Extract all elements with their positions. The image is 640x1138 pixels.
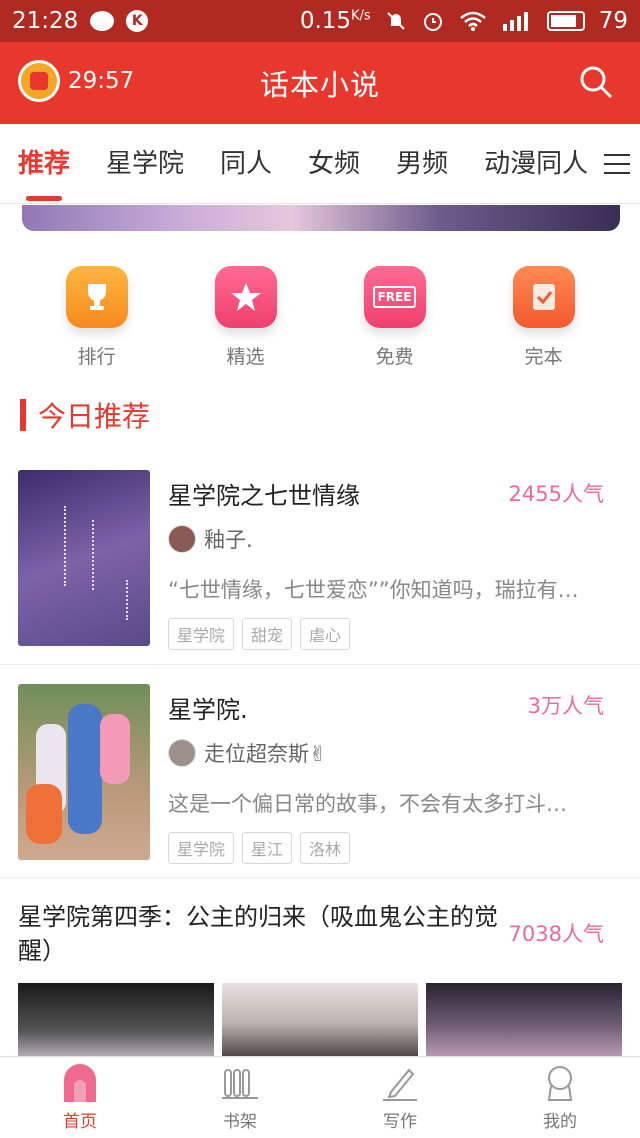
bookshelf-icon bbox=[220, 1063, 260, 1103]
nav-label: 写作 bbox=[383, 1112, 417, 1132]
banner-image[interactable] bbox=[22, 205, 620, 231]
tab-star-academy[interactable]: 星学院 bbox=[106, 124, 184, 203]
book-tags: 星学院 星江 洛林 bbox=[168, 832, 351, 864]
network-speed: 0.15K/s bbox=[299, 8, 371, 34]
k-app-icon: K bbox=[126, 10, 149, 32]
quick-label: 精选 bbox=[226, 346, 265, 368]
check-icon bbox=[512, 266, 575, 328]
trophy-icon bbox=[65, 266, 128, 328]
featured-image[interactable] bbox=[222, 983, 418, 1063]
avatar bbox=[168, 525, 196, 553]
book-item[interactable]: 星学院之七世情缘 2455人气 釉子. “七世情缘，七世爱恋””你知道吗，瑞拉有… bbox=[0, 452, 640, 665]
star-icon bbox=[214, 266, 277, 328]
featured-image[interactable] bbox=[18, 983, 214, 1063]
app-title: 话本小说 bbox=[259, 68, 380, 102]
featured-book-title[interactable]: 星学院第四季：公主的归来（吸血鬼公主的觉醒） bbox=[18, 900, 498, 968]
nav-label: 书架 bbox=[223, 1112, 257, 1132]
tag[interactable]: 虐心 bbox=[300, 618, 351, 650]
nav-profile[interactable]: 我的 bbox=[480, 1057, 640, 1138]
book-tags: 星学院 甜宠 虐心 bbox=[168, 618, 351, 650]
status-time: 21:28 bbox=[12, 8, 79, 34]
nav-label: 我的 bbox=[543, 1112, 577, 1132]
category-tabs: 推荐 星学院 同人 女频 男频 动漫同人 bbox=[0, 124, 640, 204]
quick-completed[interactable]: 完本 bbox=[489, 266, 599, 369]
book-description: “七世情缘，七世爱恋””你知道吗，瑞拉有… bbox=[168, 578, 579, 602]
quick-entries: 排行 精选 FREE 免费 完本 bbox=[0, 266, 640, 369]
tag[interactable]: 洛林 bbox=[300, 832, 351, 864]
battery-icon bbox=[546, 11, 585, 31]
quick-label: 排行 bbox=[77, 346, 116, 368]
nav-home[interactable]: 首页 bbox=[0, 1057, 160, 1138]
tab-female[interactable]: 女频 bbox=[308, 124, 360, 203]
nav-bookshelf[interactable]: 书架 bbox=[160, 1057, 320, 1138]
battery-level: 79 bbox=[598, 8, 628, 34]
tab-fanfic[interactable]: 同人 bbox=[220, 124, 272, 203]
message-icon bbox=[90, 11, 115, 31]
book-cover[interactable] bbox=[18, 684, 150, 860]
book-title[interactable]: 星学院. bbox=[168, 690, 248, 725]
nav-label: 首页 bbox=[63, 1112, 97, 1132]
quick-free[interactable]: FREE 免费 bbox=[340, 266, 450, 369]
free-icon: FREE bbox=[363, 266, 426, 328]
book-popularity: 3万人气 bbox=[527, 694, 604, 718]
alarm-icon bbox=[423, 13, 442, 31]
profile-icon bbox=[540, 1063, 580, 1103]
tab-male[interactable]: 男频 bbox=[396, 124, 448, 203]
avatar bbox=[168, 739, 196, 767]
bottom-nav: 首页 书架 写作 我的 bbox=[0, 1056, 640, 1138]
signal-icon bbox=[502, 12, 528, 31]
book-description: 这是一个偏日常的故事，不会有太多打斗… bbox=[168, 792, 567, 816]
tab-recommend[interactable]: 推荐 bbox=[18, 124, 70, 203]
quick-ranking[interactable]: 排行 bbox=[42, 266, 152, 369]
mute-icon bbox=[387, 12, 405, 30]
tag[interactable]: 星江 bbox=[242, 832, 293, 864]
nav-write[interactable]: 写作 bbox=[320, 1057, 480, 1138]
search-icon[interactable] bbox=[578, 64, 614, 100]
author-name: 釉子. bbox=[204, 528, 253, 552]
app-header: 29:57 话本小说 bbox=[0, 42, 640, 124]
featured-image[interactable] bbox=[426, 983, 622, 1063]
section-marker bbox=[20, 399, 26, 431]
book-author[interactable]: 釉子. bbox=[168, 524, 253, 554]
quick-featured[interactable]: 精选 bbox=[191, 266, 301, 369]
home-icon bbox=[60, 1063, 100, 1103]
tab-anime-fanfic[interactable]: 动漫同人 bbox=[484, 124, 588, 203]
write-icon bbox=[380, 1063, 420, 1103]
status-bar: 21:28 K 0.15K/s 79 bbox=[0, 0, 640, 42]
book-popularity: 2455人气 bbox=[508, 482, 604, 506]
section-title-text: 今日推荐 bbox=[38, 400, 151, 433]
wifi-icon bbox=[459, 11, 486, 31]
book-title[interactable]: 星学院之七世情缘 bbox=[168, 476, 360, 511]
quick-label: 完本 bbox=[524, 346, 563, 368]
author-name: 走位超奈斯✌ bbox=[204, 742, 327, 766]
book-author[interactable]: 走位超奈斯✌ bbox=[168, 738, 327, 768]
section-title: 今日推荐 bbox=[20, 395, 150, 435]
tag[interactable]: 星学院 bbox=[168, 832, 235, 864]
book-cover[interactable] bbox=[18, 470, 150, 646]
tag[interactable]: 星学院 bbox=[168, 618, 235, 650]
book-item[interactable]: 星学院. 3万人气 走位超奈斯✌ 这是一个偏日常的故事，不会有太多打斗… 星学院… bbox=[0, 666, 640, 878]
menu-icon[interactable] bbox=[596, 124, 640, 203]
tag[interactable]: 甜宠 bbox=[242, 618, 293, 650]
quick-label: 免费 bbox=[375, 346, 414, 368]
featured-book-popularity: 7038人气 bbox=[508, 922, 604, 946]
